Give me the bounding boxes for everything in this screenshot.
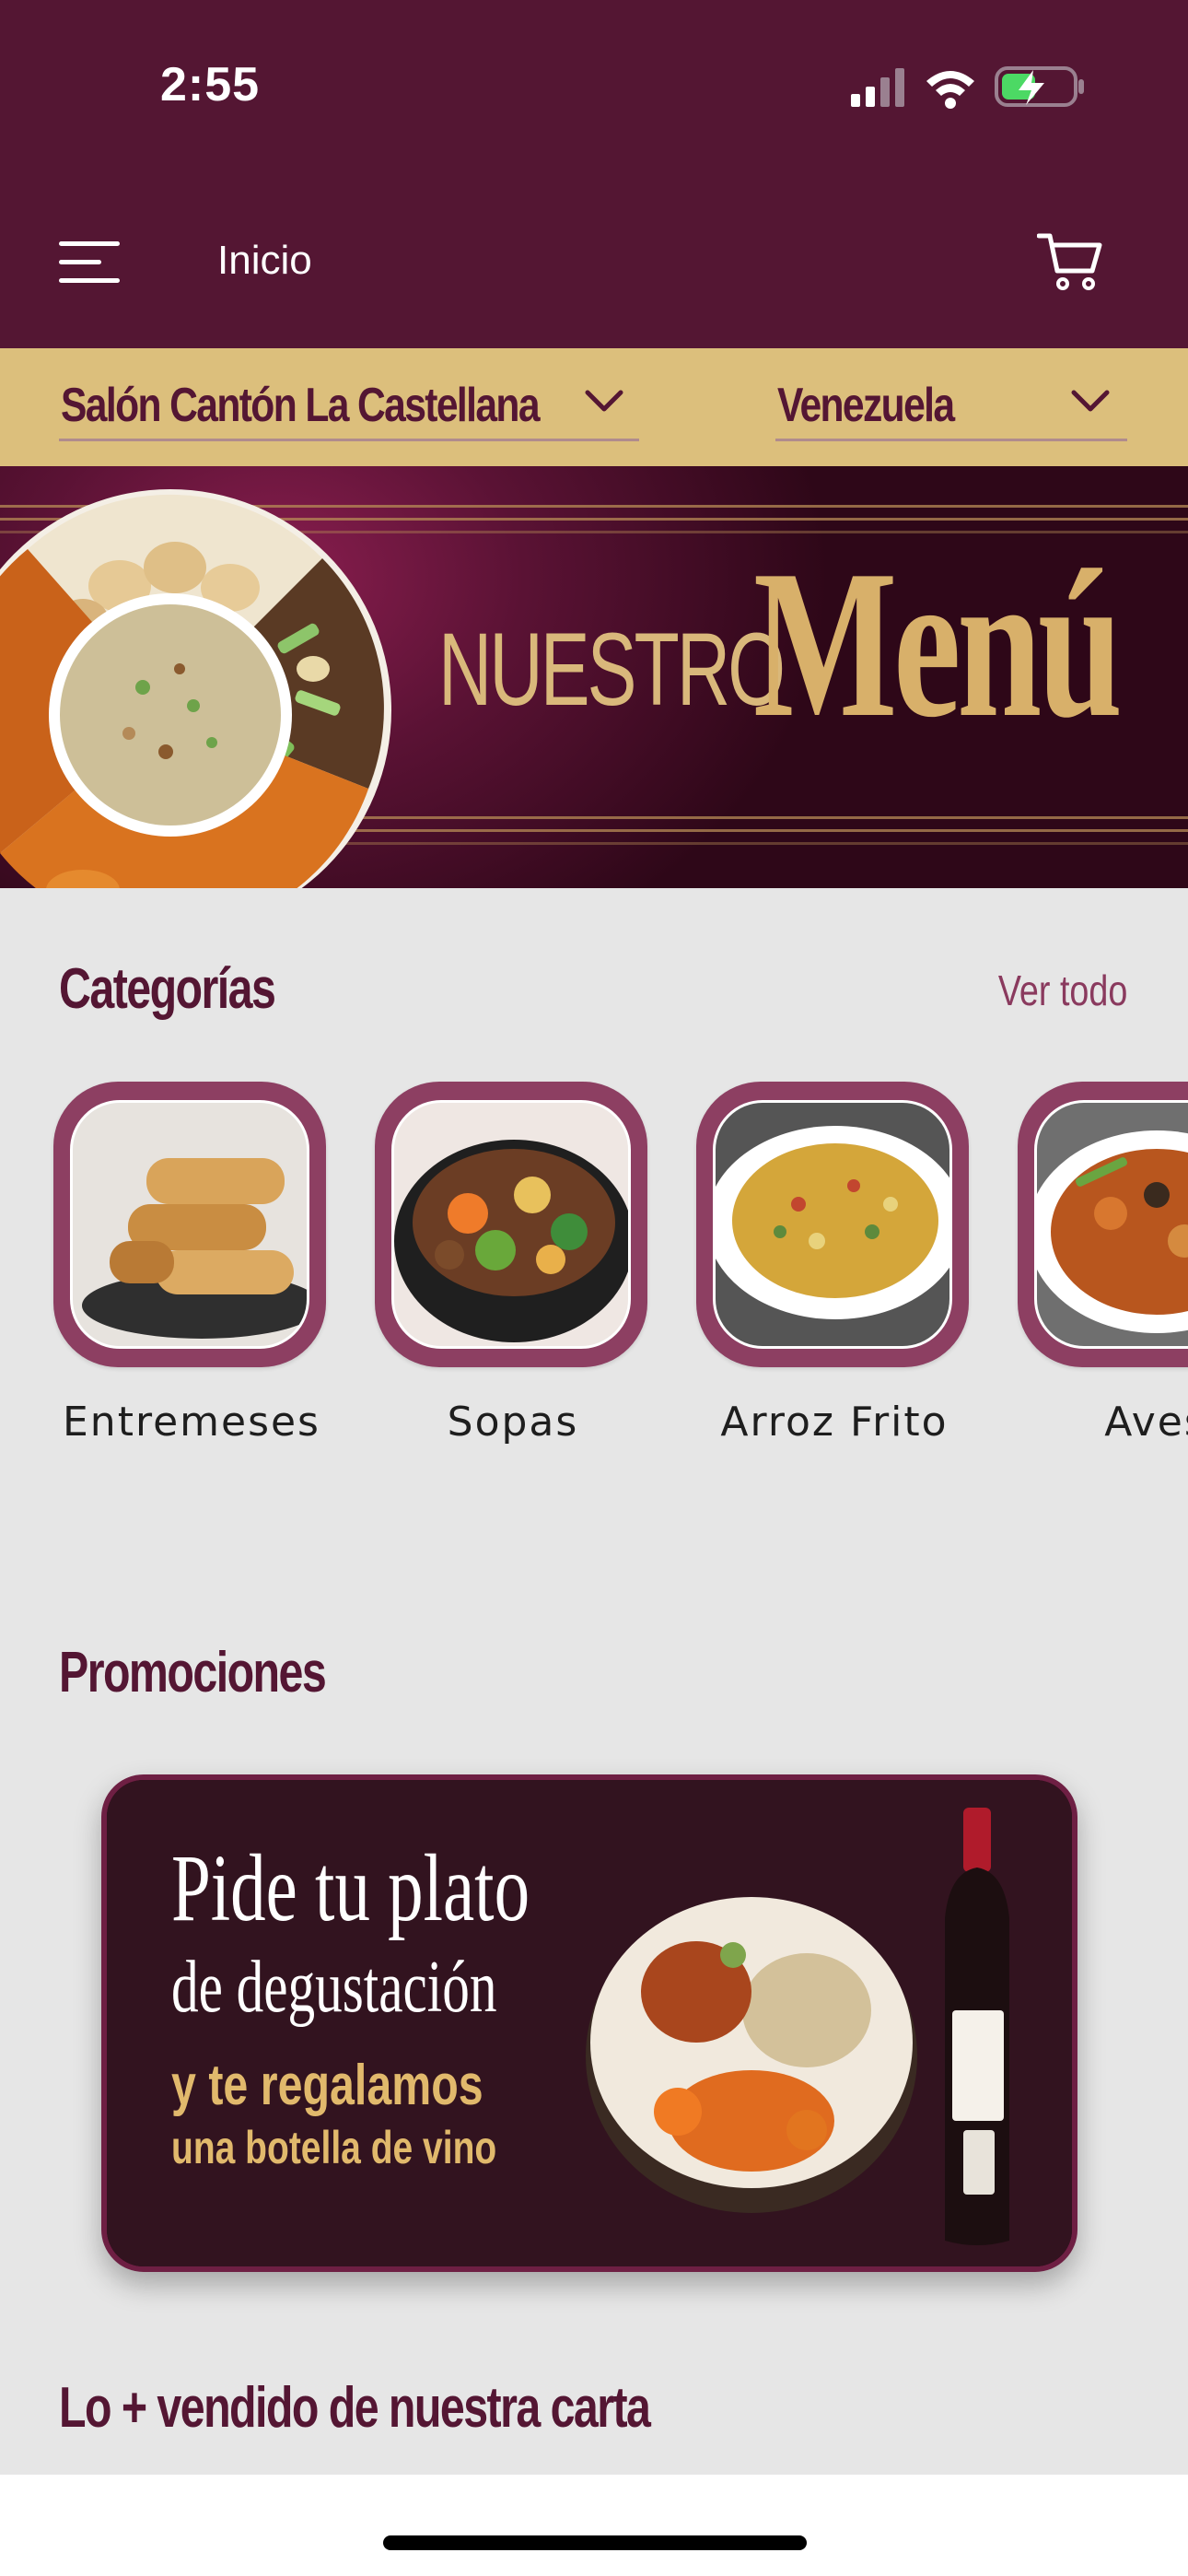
promo-offer-line2: una botella de vino: [171, 2122, 497, 2173]
category-item-sopas[interactable]: Sopas: [375, 1078, 651, 1446]
cellular-signal-icon: [851, 68, 904, 107]
category-frame: [1018, 1082, 1188, 1367]
bestsellers-title: Lo + vendido de nuestra carta: [59, 2376, 651, 2440]
category-frame: [375, 1082, 647, 1367]
promo-subheadline: de degustación: [171, 1947, 497, 2028]
menu-banner: NUESTRO Menú: [0, 466, 1188, 888]
shopping-cart-icon[interactable]: [1037, 230, 1103, 293]
food-platter-image: [586, 1897, 917, 2213]
category-photo-sopas: [391, 1100, 631, 1349]
category-label: Sopas: [447, 1399, 579, 1446]
category-photo-arroz-frito: [713, 1100, 952, 1349]
category-label: Arroz Frito: [720, 1399, 949, 1446]
restaurant-selector[interactable]: Salón Cantón La Castellana: [59, 372, 639, 441]
category-photo-entremeses: [70, 1100, 309, 1349]
location-selector-bar: Salón Cantón La Castellana Venezuela: [0, 348, 1188, 466]
country-selector-label: Venezuela: [777, 379, 955, 432]
promo-offer-line1: y te regalamos: [171, 2054, 483, 2117]
categories-carousel[interactable]: Entremeses Sopas Arroz Frito Ave: [0, 1078, 1188, 1465]
food-platter-image: [0, 489, 391, 888]
battery-charging-icon: [995, 66, 1084, 107]
chevron-down-icon: [1071, 390, 1110, 412]
category-frame: [696, 1082, 969, 1367]
banner-title-nuestro: NUESTRO: [438, 612, 786, 727]
restaurant-selector-label: Salón Cantón La Castellana: [61, 379, 541, 432]
promo-headline: Pide tu plato: [171, 1835, 530, 1941]
category-item-entremeses[interactable]: Entremeses: [53, 1078, 330, 1446]
category-label: Aves: [1104, 1399, 1188, 1446]
category-item-aves[interactable]: Aves: [1018, 1078, 1188, 1446]
bottom-safe-area: [0, 2475, 1188, 2576]
promo-card[interactable]: Pide tu plato de degustación y te regala…: [101, 1774, 1077, 2272]
home-indicator[interactable]: [383, 2535, 807, 2550]
country-selector[interactable]: Venezuela: [775, 372, 1127, 441]
category-label: Entremeses: [63, 1399, 320, 1446]
page-title: Inicio: [217, 238, 312, 283]
banner-title-menu: Menú: [753, 526, 1123, 761]
chevron-down-icon: [585, 390, 623, 412]
category-photo-aves: [1034, 1100, 1188, 1349]
category-item-arroz-frito[interactable]: Arroz Frito: [696, 1078, 973, 1446]
hamburger-menu-icon[interactable]: [59, 238, 123, 286]
promotions-title: Promociones: [59, 1641, 327, 1704]
status-icons: [851, 66, 1084, 109]
category-frame: [53, 1082, 326, 1367]
wifi-icon: [926, 71, 974, 109]
see-all-link[interactable]: Ver todo: [997, 966, 1127, 1015]
app-header: 2:55 Inicio: [0, 0, 1188, 348]
status-time: 2:55: [160, 58, 261, 111]
categories-title: Categorías: [59, 957, 276, 1021]
